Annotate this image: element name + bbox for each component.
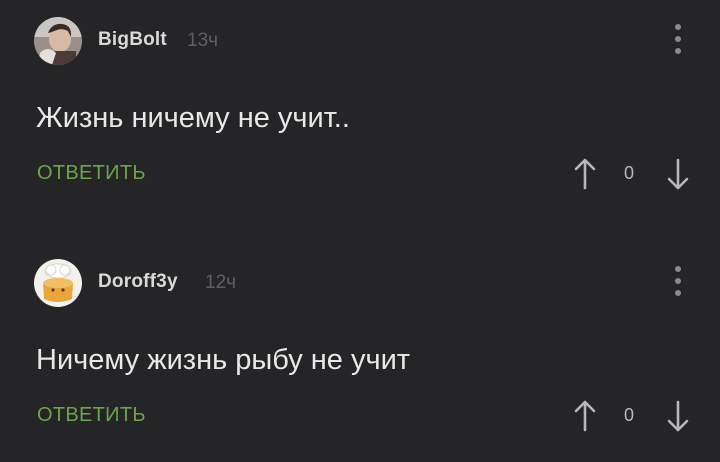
arrow-down-icon[interactable] xyxy=(664,156,692,192)
vote-score: 0 xyxy=(624,163,635,183)
reply-button[interactable]: ОТВЕТИТЬ xyxy=(37,404,146,427)
arrow-up-icon[interactable] xyxy=(571,398,599,434)
comment: BigBolt 13ч Жизнь ничему не учит.. ОТВЕТ… xyxy=(0,0,720,230)
username[interactable]: Doroff3y xyxy=(98,271,178,293)
more-vertical-icon[interactable] xyxy=(668,264,688,298)
comment: Doroff3y 12ч Ничему жизнь рыбу не учит О… xyxy=(0,238,720,462)
vote-score: 0 xyxy=(624,405,635,425)
comments-screen: BigBolt 13ч Жизнь ничему не учит.. ОТВЕТ… xyxy=(0,0,720,462)
comment-text: Жизнь ничему не учит.. xyxy=(36,102,350,134)
cartoon-avatar-icon xyxy=(34,259,82,307)
reply-button[interactable]: ОТВЕТИТЬ xyxy=(37,162,146,185)
more-vertical-icon[interactable] xyxy=(668,22,688,56)
timestamp: 13ч xyxy=(187,30,219,51)
username[interactable]: BigBolt xyxy=(98,29,167,51)
arrow-up-icon[interactable] xyxy=(571,156,599,192)
comment-text: Ничему жизнь рыбу не учит xyxy=(36,344,411,376)
avatar[interactable] xyxy=(34,259,82,307)
avatar[interactable] xyxy=(34,17,82,65)
timestamp: 12ч xyxy=(205,272,237,293)
user-photo-avatar-icon xyxy=(34,17,82,65)
arrow-down-icon[interactable] xyxy=(664,398,692,434)
